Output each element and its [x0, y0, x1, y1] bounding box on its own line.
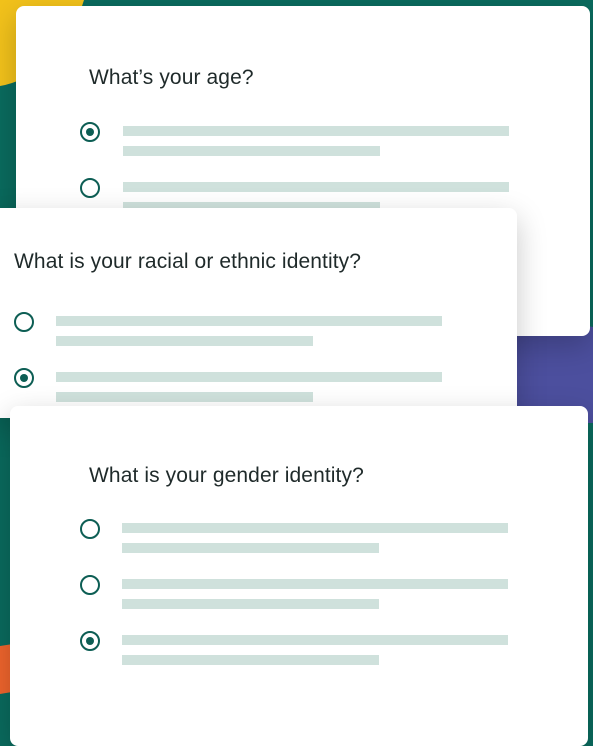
gender-option-3[interactable]	[80, 631, 510, 665]
age-option-2[interactable]	[80, 178, 510, 212]
radio-unchecked-icon[interactable]	[80, 178, 100, 198]
option-text-placeholder	[122, 523, 508, 533]
gender-identity-question-title: What is your gender identity?	[89, 464, 364, 487]
radio-checked-icon[interactable]	[14, 368, 34, 388]
radio-unchecked-icon[interactable]	[80, 519, 100, 539]
option-text-placeholder	[56, 316, 442, 326]
ethnic-option-1[interactable]	[14, 312, 444, 346]
gender-identity-question-card: What is your gender identity?	[10, 406, 588, 746]
age-option-1[interactable]	[80, 122, 510, 156]
option-text-placeholder	[123, 146, 380, 156]
ethnic-identity-question-title: What is your racial or ethnic identity?	[14, 250, 362, 273]
option-text-placeholder	[56, 336, 313, 346]
option-text-placeholder	[122, 635, 508, 645]
option-text-placeholder	[56, 372, 442, 382]
option-text-placeholder	[56, 392, 313, 402]
option-text-placeholder	[122, 543, 379, 553]
gender-option-1[interactable]	[80, 519, 510, 553]
radio-unchecked-icon[interactable]	[80, 575, 100, 595]
radio-unchecked-icon[interactable]	[14, 312, 34, 332]
ethnic-option-2[interactable]	[14, 368, 444, 402]
option-text-placeholder	[123, 182, 509, 192]
option-text-placeholder	[122, 655, 379, 665]
age-question-title: What’s your age?	[89, 66, 254, 89]
option-text-placeholder	[122, 599, 379, 609]
gender-option-2[interactable]	[80, 575, 510, 609]
radio-checked-icon[interactable]	[80, 631, 100, 651]
radio-checked-icon[interactable]	[80, 122, 100, 142]
option-text-placeholder	[122, 579, 508, 589]
option-text-placeholder	[123, 126, 509, 136]
ethnic-identity-question-card: What is your racial or ethnic identity?	[0, 208, 517, 418]
